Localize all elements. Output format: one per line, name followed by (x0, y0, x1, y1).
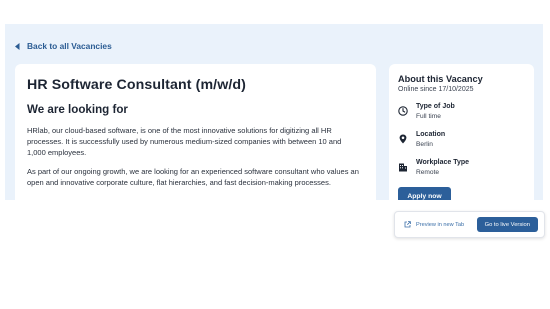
job-description-card: HR Software Consultant (m/w/d) We are lo… (15, 64, 376, 200)
external-link-icon (404, 221, 411, 228)
location-label: Location (416, 131, 446, 138)
job-paragraph: As part of our ongoing growth, we are lo… (27, 167, 359, 187)
preview-new-tab-label: Preview in new Tab (416, 221, 465, 228)
back-link-label: Back to all Vacancies (27, 41, 112, 51)
building-icon (399, 163, 407, 172)
back-to-vacancies-link[interactable]: Back to all Vacancies (15, 41, 112, 51)
job-type-value: Full time (416, 113, 441, 120)
online-since-text: Online since 17/10/2025 (398, 86, 474, 93)
location-row: Location Berlin (398, 130, 525, 149)
location-pin-icon (399, 134, 407, 144)
section-heading: We are looking for (27, 103, 128, 116)
workplace-type-row: Workplace Type Remote (398, 158, 525, 177)
clock-icon (398, 106, 408, 116)
job-preview-area: Back to all Vacancies HR Software Consul… (5, 24, 543, 200)
go-to-live-version-button[interactable]: Go to live Version (476, 217, 538, 232)
preview-new-tab-link[interactable]: Preview in new Tab (404, 221, 464, 228)
vacancy-details-card: About this Vacancy Online since 17/10/20… (389, 64, 534, 200)
job-type-row: Type of Job Full time (398, 102, 525, 121)
job-title: HR Software Consultant (m/w/d) (27, 77, 246, 93)
chevron-left-icon (15, 42, 20, 50)
workplace-type-value: Remote (416, 169, 440, 176)
preview-toolbar: Preview in new Tab Go to live Version (394, 211, 545, 238)
location-value: Berlin (416, 141, 433, 148)
job-type-label: Type of Job (416, 103, 455, 110)
workplace-type-label: Workplace Type (416, 159, 470, 166)
vacancy-details-title: About this Vacancy (398, 74, 483, 84)
apply-now-button[interactable]: Apply now (398, 187, 451, 200)
job-paragraph: HRlab, our cloud-based software, is one … (27, 126, 342, 157)
